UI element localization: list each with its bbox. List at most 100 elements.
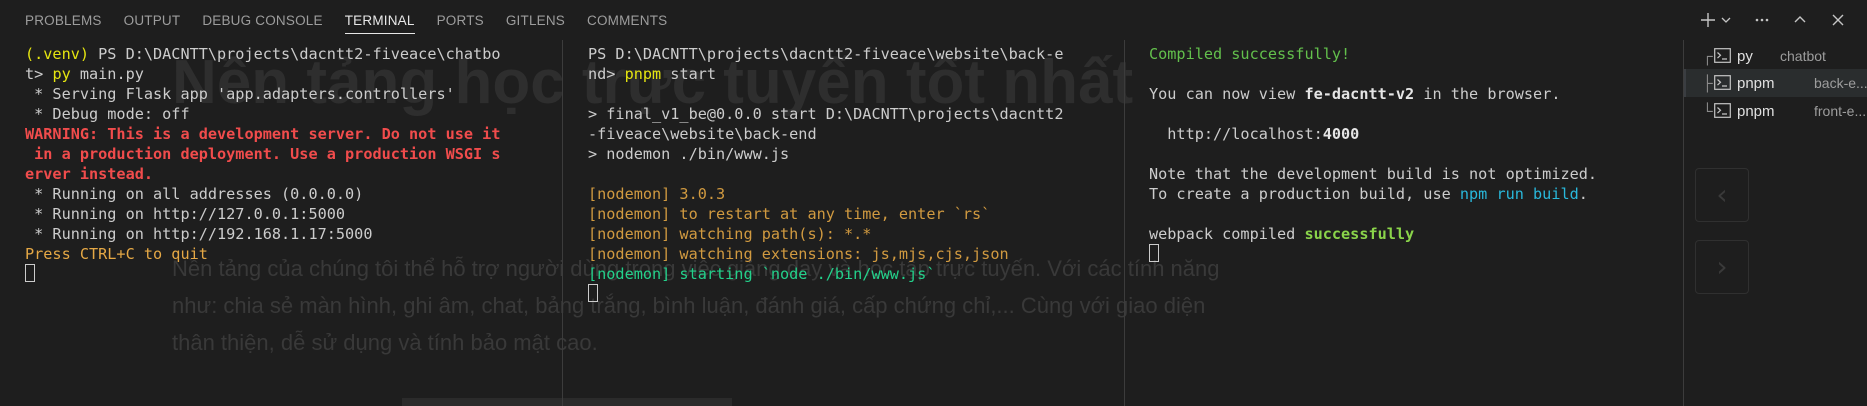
close-panel-button[interactable]	[1823, 6, 1853, 34]
terminal-text[interactable]: npm run build	[1460, 185, 1579, 203]
terminal-text: [nodemon] starting `node ./bin/www.js`	[588, 265, 936, 283]
close-icon	[1832, 14, 1844, 26]
terminal-text: PS D:\DACNTT\projects\dacntt2-fiveace\we…	[588, 45, 1064, 63]
terminal-icon	[1714, 103, 1731, 118]
terminal-icon	[1714, 75, 1731, 90]
terminal-text: nd>	[588, 65, 625, 83]
terminal-text: 4000	[1322, 125, 1360, 143]
terminal-line: PS D:\DACNTT\projects\dacntt2-fiveace\we…	[588, 44, 1124, 64]
tab-comments[interactable]: COMMENTS	[576, 0, 678, 40]
terminal-split-area: (.venv) PS D:\DACNTT\projects\dacntt2-fi…	[0, 40, 1684, 406]
terminal-line: erver instead.	[25, 164, 562, 184]
terminal-line: t> py main.py	[25, 64, 562, 84]
pane-divider[interactable]	[1124, 40, 1125, 406]
panel-header: PROBLEMS OUTPUT DEBUG CONSOLE TERMINAL PORTS…	[0, 0, 1867, 40]
terminal-list-item[interactable]: ├ pnpm back-e...	[1684, 69, 1867, 97]
terminal-text: > nodemon ./bin/www.js	[588, 145, 790, 163]
tree-connector: ├	[1702, 74, 1713, 92]
terminal-icon	[1714, 48, 1731, 63]
terminal-list-item[interactable]: └ pnpm front-e...	[1684, 97, 1867, 125]
tab-output[interactable]: OUTPUT	[113, 0, 192, 40]
terminal-text: main.py	[70, 65, 144, 83]
terminal-text: t>	[25, 65, 53, 83]
plus-icon	[1701, 13, 1715, 27]
tab-ports[interactable]: PORTS	[426, 0, 495, 40]
terminal-text: * Debug mode: off	[25, 105, 190, 123]
new-terminal-button[interactable]	[1699, 6, 1717, 34]
terminal-line: You can now view fe-dacntt-v2 in the bro…	[1149, 84, 1683, 104]
panel-actions	[1699, 0, 1867, 40]
launch-profile-button[interactable]	[1719, 6, 1733, 34]
terminal-text: [nodemon] to restart at any time, enter …	[588, 205, 991, 223]
terminal-line: > final_v1_be@0.0.0 start D:\DACNTT\proj…	[588, 104, 1124, 124]
terminal-text: pnpm	[624, 65, 662, 83]
terminal-line: To create a production build, use npm ru…	[1149, 184, 1683, 204]
tab-debug-console[interactable]: DEBUG CONSOLE	[191, 0, 333, 40]
terminal-text: webpack compiled	[1149, 225, 1305, 243]
terminal-prompt-line	[25, 264, 562, 284]
terminal-text: Press CTRL+C to quit	[25, 245, 208, 263]
terminal-text: WARNING: This is a development server. D…	[25, 125, 501, 143]
tab-gitlens[interactable]: GITLENS	[495, 0, 576, 40]
terminal-text: * Running on all addresses (0.0.0.0)	[25, 185, 364, 203]
terminal-name: pnpm	[1737, 102, 1775, 120]
terminal-text: [nodemon] watching extensions: js,mjs,cj…	[588, 245, 1009, 263]
terminal-line: * Running on all addresses (0.0.0.0)	[25, 184, 562, 204]
terminal-line: -fiveace\website\back-end	[588, 124, 1124, 144]
terminal-line: [nodemon] to restart at any time, enter …	[588, 204, 1124, 224]
terminal-description: front-e...	[1814, 103, 1867, 119]
terminal-text: http://localhost:	[1149, 125, 1323, 143]
terminal-text: py	[52, 65, 71, 83]
terminal-list: ┌ py chatbot ├ pnpm back-e... └ pnpm front-e...	[1684, 40, 1867, 406]
terminal-list-item[interactable]: ┌ py chatbot	[1684, 42, 1867, 70]
terminal-text: Note that the development build is not o…	[1149, 165, 1598, 183]
tab-problems[interactable]: PROBLEMS	[14, 0, 113, 40]
terminal-line: [nodemon] watching extensions: js,mjs,cj…	[588, 244, 1124, 264]
terminal-pane-front-end[interactable]: Compiled successfully! You can now view f…	[1124, 40, 1683, 406]
terminal-cursor	[25, 264, 35, 282]
terminal-text: fe-dacntt-v2	[1304, 85, 1415, 103]
terminal-text: -fiveace\website\back-end	[588, 125, 817, 143]
terminal-prompt-line	[1149, 244, 1683, 264]
terminal-pane-back-end[interactable]: PS D:\DACNTT\projects\dacntt2-fiveace\we…	[562, 40, 1124, 406]
terminal-line: (.venv) PS D:\DACNTT\projects\dacntt2-fi…	[25, 44, 562, 64]
terminal-text: erver instead.	[25, 165, 154, 183]
terminal-line: webpack compiled successfully	[1149, 224, 1683, 244]
terminal-text: * Serving Flask app 'app.adapters.contro…	[25, 85, 455, 103]
tree-connector: └	[1702, 102, 1713, 120]
terminal-name: py	[1737, 47, 1753, 65]
terminal-line: [nodemon] watching path(s): *.*	[588, 224, 1124, 244]
terminal-text: Compiled successfully!	[1149, 45, 1351, 63]
more-actions-icon	[1755, 18, 1769, 22]
terminal-text: successfully	[1304, 225, 1415, 243]
terminal-line: nd> pnpm start	[588, 64, 1124, 84]
maximize-panel-button[interactable]	[1785, 6, 1815, 34]
terminal-line: * Running on http://127.0.0.1:5000	[25, 204, 562, 224]
terminal-line: Note that the development build is not o…	[1149, 164, 1683, 184]
terminal-description: back-e...	[1814, 75, 1867, 91]
terminal-text: To create a production build, use	[1149, 185, 1460, 203]
more-actions-button[interactable]	[1747, 6, 1777, 34]
terminal-line: WARNING: This is a development server. D…	[25, 124, 562, 144]
terminal-text: [nodemon] 3.0.3	[588, 185, 726, 203]
terminal-text: in the browser.	[1414, 85, 1561, 103]
terminal-pane-chatbot[interactable]: (.venv) PS D:\DACNTT\projects\dacntt2-fi…	[0, 40, 562, 406]
terminal-text: [nodemon] watching path(s): *.*	[588, 225, 872, 243]
panel-tabs: PROBLEMS OUTPUT DEBUG CONSOLE TERMINAL PORTS…	[14, 0, 678, 40]
terminal-line: > nodemon ./bin/www.js	[588, 144, 1124, 164]
terminal-line: * Debug mode: off	[25, 104, 562, 124]
terminal-name: pnpm	[1737, 74, 1775, 92]
chevron-down-icon	[1721, 17, 1731, 23]
terminal-line: Compiled successfully!	[1149, 44, 1683, 64]
terminal-prompt-line	[588, 284, 1124, 304]
pane-divider[interactable]	[562, 40, 563, 406]
tab-terminal[interactable]: TERMINAL	[334, 0, 426, 40]
terminal-cursor	[1149, 244, 1159, 262]
terminal-line: * Running on http://192.168.1.17:5000	[25, 224, 562, 244]
